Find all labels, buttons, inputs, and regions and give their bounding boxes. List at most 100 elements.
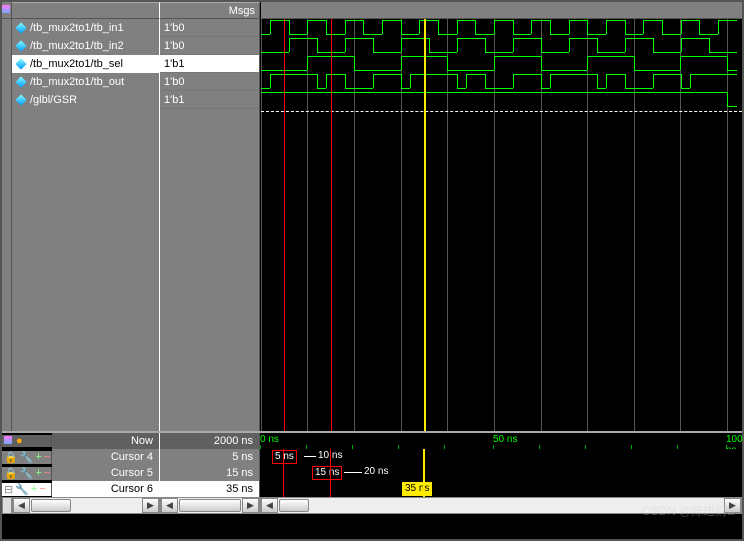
wave-edge [289, 20, 290, 34]
signal-diamond-icon [16, 59, 26, 69]
wave-segment [261, 88, 270, 89]
wrench-icon[interactable]: 🔧 [15, 483, 29, 496]
wave-edge [419, 20, 420, 34]
signal-diamond-icon [16, 77, 26, 87]
signal-value-row[interactable]: 1'b1 [160, 55, 259, 73]
wave-edge [690, 74, 691, 88]
names-header [12, 2, 160, 19]
cursor-position-box[interactable]: 35 ns [402, 482, 432, 496]
wrench-icon[interactable]: 🔧 [20, 467, 34, 480]
sb-corner [2, 497, 12, 514]
sb-right-icon[interactable]: ▶ [142, 498, 159, 513]
wave-edge [727, 92, 728, 106]
wave-segment [429, 74, 457, 75]
wave-segment [625, 38, 653, 39]
plus-icon[interactable]: + [35, 467, 41, 479]
grid-line [261, 19, 262, 431]
waveform-area[interactable] [260, 19, 742, 431]
names-scrollbar[interactable]: ◀▶ [12, 497, 160, 514]
signal-value-row[interactable]: 1'b1 [160, 91, 259, 109]
wave-segment [597, 88, 606, 89]
wave-segment [662, 34, 681, 35]
sb-left-icon[interactable]: ◀ [161, 498, 178, 513]
sb-right-icon[interactable]: ▶ [242, 498, 259, 513]
signal-names-column[interactable]: /tb_mux2to1/tb_in1/tb_mux2to1/tb_in2/tb_… [12, 19, 160, 431]
wave-edge [681, 38, 682, 52]
wave-segment [541, 70, 587, 71]
wave-edge [653, 74, 654, 88]
wave-segment [485, 88, 494, 89]
cursor-line[interactable] [331, 19, 332, 431]
wave-segment [447, 70, 494, 71]
cursor-wave-cell[interactable]: 15 ns20 ns [260, 465, 742, 481]
plus-icon[interactable]: + [35, 451, 41, 463]
wave-edge [550, 74, 551, 88]
cursor-line[interactable] [424, 19, 426, 431]
wave-segment [457, 20, 475, 21]
wave-edge [643, 20, 644, 34]
wave-edge [587, 56, 588, 70]
signal-values-column[interactable]: 1'b01'b01'b11'b01'b1 [160, 19, 260, 431]
wave-segment [680, 56, 727, 57]
sb-left-icon[interactable]: ◀ [13, 498, 30, 513]
cursor-row-icons: ⊟🔧+− [2, 483, 52, 496]
cursor-grip-icon[interactable]: ⊟ [4, 483, 13, 496]
signal-name-row[interactable]: /tb_mux2to1/tb_in2 [12, 37, 159, 55]
sb-thumb[interactable] [279, 499, 309, 512]
minus-icon[interactable]: − [44, 467, 50, 479]
cursor-row[interactable]: ⊟🔧+−Cursor 635 ns35 ns [2, 481, 742, 497]
signal-name-row[interactable]: /tb_mux2to1/tb_out [12, 73, 159, 91]
values-scrollbar[interactable]: ◀▶ [160, 497, 260, 514]
wrench-icon[interactable]: 🔧 [20, 451, 34, 464]
wave-edge [289, 38, 290, 52]
signal-value-row[interactable]: 1'b0 [160, 73, 259, 91]
lock-icon[interactable]: 🔒 [4, 451, 18, 464]
wave-edge [345, 20, 346, 34]
cursor-wave-cell[interactable]: 35 ns [260, 481, 742, 497]
cursor-wave-cell[interactable]: 5 ns10 ns [260, 449, 742, 465]
sb-thumb[interactable] [179, 499, 241, 512]
cursor-row[interactable]: 🔒🔧+−Cursor 5 15 ns15 ns20 ns [2, 465, 742, 481]
now-row: ● Now 2000 ns 0 ns50 ns100 ns [2, 433, 742, 449]
cursor-position-box[interactable]: 5 ns [272, 450, 297, 464]
wave-segment [317, 88, 326, 89]
sb-left-icon[interactable]: ◀ [261, 498, 278, 513]
wave-segment [270, 74, 289, 75]
wave-edge [494, 56, 495, 70]
wave-edge [587, 20, 588, 34]
cursor-label: Cursor 5 [52, 465, 160, 481]
timescale-ruler[interactable]: 0 ns50 ns100 ns [260, 433, 742, 449]
sb-thumb[interactable] [31, 499, 71, 512]
signal-diamond-icon [16, 23, 26, 33]
minus-icon[interactable]: − [44, 451, 50, 463]
wave-segment [550, 34, 569, 35]
wave-segment [373, 52, 401, 53]
cursor-row[interactable]: 🔒🔧+−Cursor 45 ns5 ns10 ns [2, 449, 742, 465]
wave-edge [401, 74, 402, 88]
wave-segment [513, 34, 531, 35]
wave-segment [354, 88, 373, 89]
wave-segment [382, 20, 401, 21]
signal-value-row[interactable]: 1'b0 [160, 19, 259, 37]
lock-icon[interactable]: 🔒 [4, 467, 18, 480]
wave-segment [373, 74, 401, 75]
signal-name-row[interactable]: /tb_mux2to1/tb_in1 [12, 19, 159, 37]
wave-segment [438, 34, 457, 35]
cursor-footer: ● Now 2000 ns 0 ns50 ns100 ns 🔒🔧+−Cursor… [2, 431, 742, 497]
signal-name-text: /tb_mux2to1/tb_sel [30, 58, 123, 70]
wave-edge [373, 74, 374, 88]
now-icons: ● [2, 435, 52, 447]
cursor-position-box[interactable]: 15 ns [312, 466, 342, 480]
wave-edge [307, 56, 308, 70]
signal-name-row[interactable]: /tb_mux2to1/tb_sel [12, 55, 159, 73]
values-header: Msgs [160, 2, 260, 19]
signal-value-row[interactable]: 1'b0 [160, 37, 259, 55]
wave-edge [727, 56, 728, 70]
wave-edge [345, 38, 346, 52]
plus-icon[interactable]: + [31, 483, 37, 495]
wave-edge [699, 20, 700, 34]
cursor-line[interactable] [284, 19, 285, 431]
minus-icon[interactable]: − [39, 483, 45, 495]
wave-edge [550, 20, 551, 34]
signal-name-row[interactable]: /glbl/GSR [12, 91, 159, 109]
